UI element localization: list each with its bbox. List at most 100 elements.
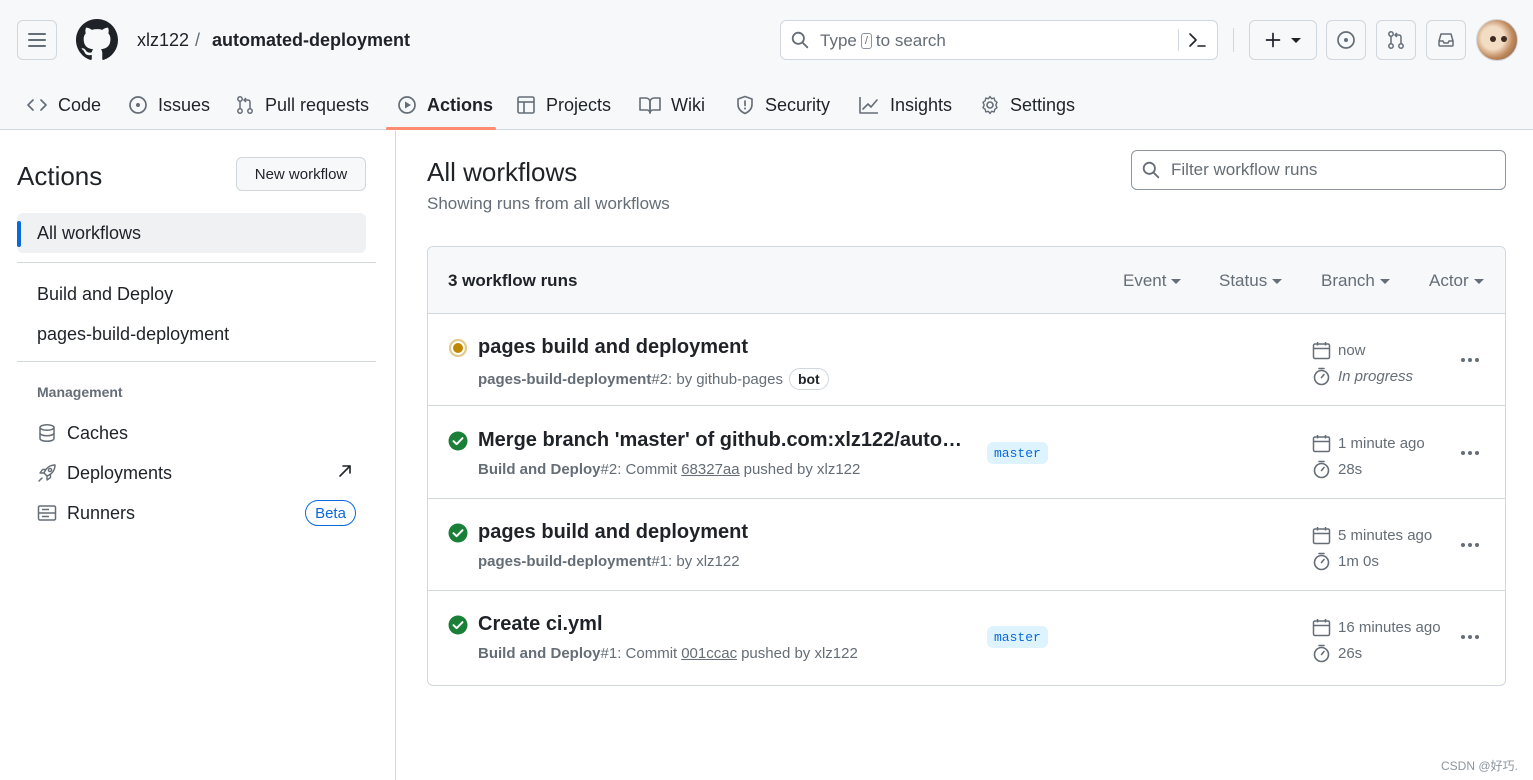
run-duration-text: 1m 0s [1338,553,1379,570]
check-circle-icon [448,615,468,635]
sidebar-item-runners[interactable]: Runners [37,501,135,525]
workflow-run-row[interactable]: Create ci.yml Build and Deploy #1 : Comm… [428,591,1505,683]
run-title[interactable]: Create ci.yml [478,613,603,636]
sidebar-item-caches[interactable]: Caches [37,421,128,445]
branch-label[interactable]: master [987,442,1048,464]
user-avatar[interactable] [1476,19,1518,61]
gear-icon [982,95,998,115]
run-meta-prefix: : by [668,553,693,570]
new-workflow-button[interactable]: New workflow [236,157,366,191]
run-meta: Build and Deploy #2 : Commit 68327aa pus… [478,461,860,478]
filter-label: Event [1123,271,1167,290]
sidebar-item-pages-build-deployment[interactable]: pages-build-deployment [37,322,229,346]
inbox-button[interactable] [1426,20,1466,60]
filter-input[interactable] [1171,159,1491,181]
tab-code[interactable]: Code [26,80,101,130]
run-started: now [1312,341,1366,360]
run-options-button[interactable] [1458,533,1482,557]
run-meta-suffix: pushed by xlz122 [741,645,858,662]
breadcrumb-separator: / [195,30,201,50]
kebab-dot [1475,451,1479,455]
sidebar-item-build-and-deploy[interactable]: Build and Deploy [37,282,173,306]
sidebar-title: Actions [17,161,103,191]
stopwatch-icon [1313,367,1330,386]
tab-insights[interactable]: Insights [858,80,952,130]
actor-filter[interactable]: Actor [1429,271,1484,291]
run-number: #1 [600,645,618,662]
tab-actions[interactable]: Actions [397,80,493,130]
workflow-run-row[interactable]: Merge branch 'master' of github.com:xlz1… [428,407,1505,499]
event-filter[interactable]: Event [1123,271,1182,291]
workflow-runs-list: 3 workflow runs Event Status Branch Acto… [427,246,1506,686]
watermark-text: CSDN @好巧. [1441,759,1518,773]
graph-icon [859,97,878,114]
run-number: #2 [651,370,669,388]
breadcrumb-owner[interactable]: xlz122 [137,29,189,51]
kebab-dot [1461,451,1465,455]
search-placeholder: Type / to search [820,31,946,51]
kebab-dot [1468,358,1472,362]
pull-requests-button[interactable] [1376,20,1416,60]
server-icon [37,505,57,521]
chevron-down-icon [1272,278,1283,284]
tab-label: Issues [158,94,211,115]
search-icon [1142,161,1160,179]
run-meta: pages-build-deployment #2 : by github-pa… [478,368,829,390]
sidebar-item-all-workflows[interactable]: All workflows [17,213,366,253]
run-duration-text: In progress [1338,368,1414,385]
filter-workflow-runs[interactable] [1131,150,1506,190]
sidebar-divider [17,361,376,362]
run-options-button[interactable] [1458,625,1482,649]
run-title[interactable]: Merge branch 'master' of github.com:xlz1… [478,429,963,452]
global-search-input[interactable]: Type / to search [780,20,1218,60]
run-title[interactable]: pages build and deployment [478,521,748,544]
search-suffix: to search [875,31,946,50]
run-meta-suffix: pushed by xlz122 [743,461,861,478]
external-link-icon[interactable] [338,464,352,478]
stopwatch-icon [1313,552,1330,571]
menu-button[interactable] [17,20,57,60]
run-options-button[interactable] [1458,441,1482,465]
tab-wiki[interactable]: Wiki [639,80,705,130]
run-actor[interactable]: github-pages [696,371,783,388]
rocket-icon [38,464,56,482]
issues-button[interactable] [1326,20,1366,60]
tab-security[interactable]: Security [735,80,830,130]
table-icon [517,96,535,114]
breadcrumb-repo[interactable]: automated-deployment [212,29,410,51]
book-icon [639,97,661,114]
status-filter[interactable]: Status [1219,271,1283,291]
run-meta: Build and Deploy #1 : Commit 001ccac pus… [478,645,858,662]
run-commit-link[interactable]: 001ccac [681,645,737,662]
tab-settings[interactable]: Settings [980,80,1075,130]
tab-issues[interactable]: Issues [128,80,210,130]
run-started: 5 minutes ago [1312,526,1432,545]
sidebar-divider [17,262,376,263]
run-title[interactable]: pages build and deployment [478,336,748,359]
tab-projects[interactable]: Projects [516,80,611,130]
run-started: 16 minutes ago [1312,618,1441,637]
repo-tabs: Code Issues Pull requests Actions Projec… [0,80,1533,130]
run-commit-link[interactable]: 68327aa [681,461,739,478]
run-workflow: Build and Deploy [478,461,601,478]
run-actor[interactable]: xlz122 [696,553,739,570]
run-workflow: Build and Deploy [478,645,601,662]
branch-label[interactable]: master [987,626,1048,648]
github-logo-icon[interactable] [76,19,118,61]
tab-pull-requests[interactable]: Pull requests [235,80,369,130]
sidebar-item-deployments[interactable]: Deployments [37,461,172,485]
run-options-button[interactable] [1458,348,1482,372]
command-palette-icon[interactable] [1187,31,1207,49]
branch-filter[interactable]: Branch [1321,271,1390,291]
run-meta: pages-build-deployment #1 : by xlz122 [478,553,740,570]
search-icon [791,31,809,49]
workflow-run-row[interactable]: pages build and deployment pages-build-d… [428,314,1505,406]
workflow-run-row[interactable]: pages build and deployment pages-build-d… [428,499,1505,591]
tab-label: Pull requests [265,94,370,115]
avatar-eye [1490,36,1496,42]
create-new-button[interactable] [1249,20,1317,60]
kebab-dot [1475,635,1479,639]
bot-label: bot [788,368,829,390]
kebab-dot [1468,543,1472,547]
kebab-dot [1475,543,1479,547]
